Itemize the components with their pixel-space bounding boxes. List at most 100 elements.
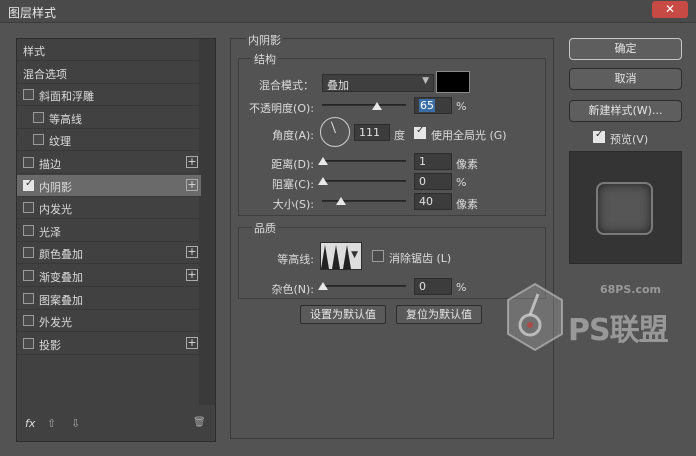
angle-unit: 度 <box>394 129 405 142</box>
sidebar-item[interactable]: 内阴影 + <box>17 174 201 197</box>
anti-alias-checkbox[interactable] <box>372 250 384 262</box>
sidebar-item[interactable]: 颜色叠加 + <box>17 242 201 265</box>
fx-menu-button[interactable]: fx <box>25 417 35 430</box>
choke-slider-thumb[interactable] <box>318 177 328 185</box>
opacity-input[interactable]: 65 <box>414 97 452 114</box>
title-bar: 图层样式 ✕ <box>0 0 696 23</box>
sidebar-item[interactable]: 内发光 <box>17 197 201 220</box>
sidebar-item-label: 斜面和浮雕 <box>39 90 94 104</box>
contour-label: 等高线: <box>277 253 314 266</box>
make-default-button[interactable]: 设置为默认值 <box>300 305 386 324</box>
ps-logo-icon <box>507 282 563 352</box>
sidebar-item-checkbox[interactable] <box>23 224 34 236</box>
move-down-icon[interactable]: ⇩ <box>71 417 80 430</box>
blend-mode-value: 叠加 <box>327 79 349 92</box>
move-up-icon[interactable]: ⇧ <box>47 417 56 430</box>
styles-sidebar: 样式混合选项斜面和浮雕等高线纹理描边 + 内阴影 + 内发光光泽颜色叠加 + 渐变叠加 + 图案… <box>16 38 216 442</box>
watermark-brand: PS联盟 <box>568 313 669 348</box>
trash-icon[interactable]: 🗑 <box>193 417 206 428</box>
section-title: 内阴影 <box>246 32 283 48</box>
add-effect-icon[interactable]: + <box>186 156 198 168</box>
sidebar-item-checkbox[interactable] <box>33 134 44 146</box>
sidebar-item-checkbox[interactable] <box>23 157 34 168</box>
reset-default-button[interactable]: 复位为默认值 <box>396 305 482 324</box>
preview-thumbnail <box>596 182 653 235</box>
size-unit: 像素 <box>456 198 478 211</box>
sidebar-item[interactable]: 斜面和浮雕 <box>17 84 201 107</box>
sidebar-item-label: 渐变叠加 <box>39 271 83 284</box>
choke-input[interactable]: 0 <box>414 173 452 190</box>
angle-input[interactable]: 111 <box>354 124 390 141</box>
sidebar-item[interactable]: 描边 + <box>17 152 201 174</box>
sidebar-item[interactable]: 外发光 <box>17 310 201 333</box>
noise-slider-thumb[interactable] <box>318 282 328 290</box>
contour-picker[interactable]: ▼ <box>320 242 362 270</box>
sidebar-item[interactable]: 等高线 <box>17 107 201 129</box>
opacity-slider-thumb[interactable] <box>372 102 382 110</box>
watermark-url: 68PS.com <box>600 283 662 296</box>
sidebar-item-label: 颜色叠加 <box>39 248 83 262</box>
chevron-down-icon: ▼ <box>422 76 429 86</box>
size-slider-thumb[interactable] <box>336 197 346 205</box>
opacity-label: 不透明度(O): <box>249 102 314 115</box>
sidebar-item[interactable]: 渐变叠加 + <box>17 265 201 287</box>
structure-title: 结构 <box>252 51 278 67</box>
sidebar-item-label: 样式 <box>23 45 45 58</box>
sidebar-item[interactable]: 图案叠加 <box>17 288 201 310</box>
sidebar-item[interactable]: 纹理 <box>17 129 201 152</box>
add-effect-icon[interactable]: + <box>186 246 198 259</box>
contour-curve-icon <box>321 245 351 269</box>
close-button[interactable]: ✕ <box>652 1 688 18</box>
noise-slider[interactable] <box>322 285 406 287</box>
sidebar-item[interactable]: 投影 + <box>17 333 201 355</box>
sidebar-item[interactable]: 混合选项 <box>17 62 201 84</box>
angle-dial[interactable] <box>320 117 350 147</box>
sidebar-item-label: 内阴影 <box>39 180 72 194</box>
sidebar-item-checkbox[interactable] <box>33 111 44 123</box>
sidebar-item-checkbox[interactable] <box>23 178 34 191</box>
blend-mode-dropdown[interactable]: 叠加 ▼ <box>322 74 434 92</box>
sidebar-item-checkbox[interactable] <box>23 89 34 101</box>
distance-label: 距离(D): <box>271 158 314 171</box>
add-effect-icon[interactable]: + <box>186 336 198 349</box>
window-title: 图层样式 <box>8 6 57 20</box>
size-input[interactable]: 40 <box>414 193 452 210</box>
noise-unit: % <box>456 281 467 294</box>
chevron-down-icon: ▼ <box>351 250 358 260</box>
choke-label: 阻塞(C): <box>272 178 314 191</box>
sidebar-item-label: 投影 <box>39 338 61 352</box>
cancel-button[interactable]: 取消 <box>569 68 682 90</box>
noise-label: 杂色(N): <box>271 283 314 296</box>
sidebar-item-checkbox[interactable] <box>23 202 34 214</box>
size-label: 大小(S): <box>272 198 314 211</box>
sidebar-item-label: 混合选项 <box>23 67 67 81</box>
angle-label: 角度(A): <box>272 129 314 142</box>
sidebar-item-label: 外发光 <box>39 316 72 330</box>
sidebar-item[interactable]: 样式 <box>17 39 201 61</box>
distance-slider-thumb[interactable] <box>318 157 328 165</box>
anti-alias-label: 消除锯齿 (L) <box>389 252 452 265</box>
sidebar-scrollbar[interactable] <box>199 39 215 405</box>
add-effect-icon[interactable]: + <box>186 178 198 191</box>
size-slider[interactable] <box>322 200 406 202</box>
sidebar-item-checkbox[interactable] <box>23 247 34 259</box>
ok-button[interactable]: 确定 <box>569 38 682 60</box>
add-effect-icon[interactable]: + <box>186 269 198 281</box>
distance-slider[interactable] <box>322 160 406 162</box>
sidebar-item-label: 描边 <box>39 158 61 171</box>
opacity-slider[interactable] <box>322 104 406 106</box>
sidebar-item-checkbox[interactable] <box>23 270 34 281</box>
sidebar-item[interactable]: 光泽 <box>17 220 201 242</box>
sidebar-item-checkbox[interactable] <box>23 292 34 304</box>
new-style-button[interactable]: 新建样式(W)... <box>569 100 682 122</box>
distance-input[interactable]: 1 <box>414 153 452 170</box>
sidebar-item-label: 等高线 <box>49 112 82 126</box>
sidebar-item-checkbox[interactable] <box>23 337 34 349</box>
preview-checkbox[interactable] <box>593 129 605 143</box>
noise-input[interactable]: 0 <box>414 278 452 295</box>
choke-slider[interactable] <box>322 180 406 182</box>
global-light-checkbox[interactable] <box>414 125 426 139</box>
shadow-color-swatch[interactable] <box>436 71 470 93</box>
sidebar-item-checkbox[interactable] <box>23 315 34 327</box>
quality-title: 品质 <box>252 220 278 236</box>
